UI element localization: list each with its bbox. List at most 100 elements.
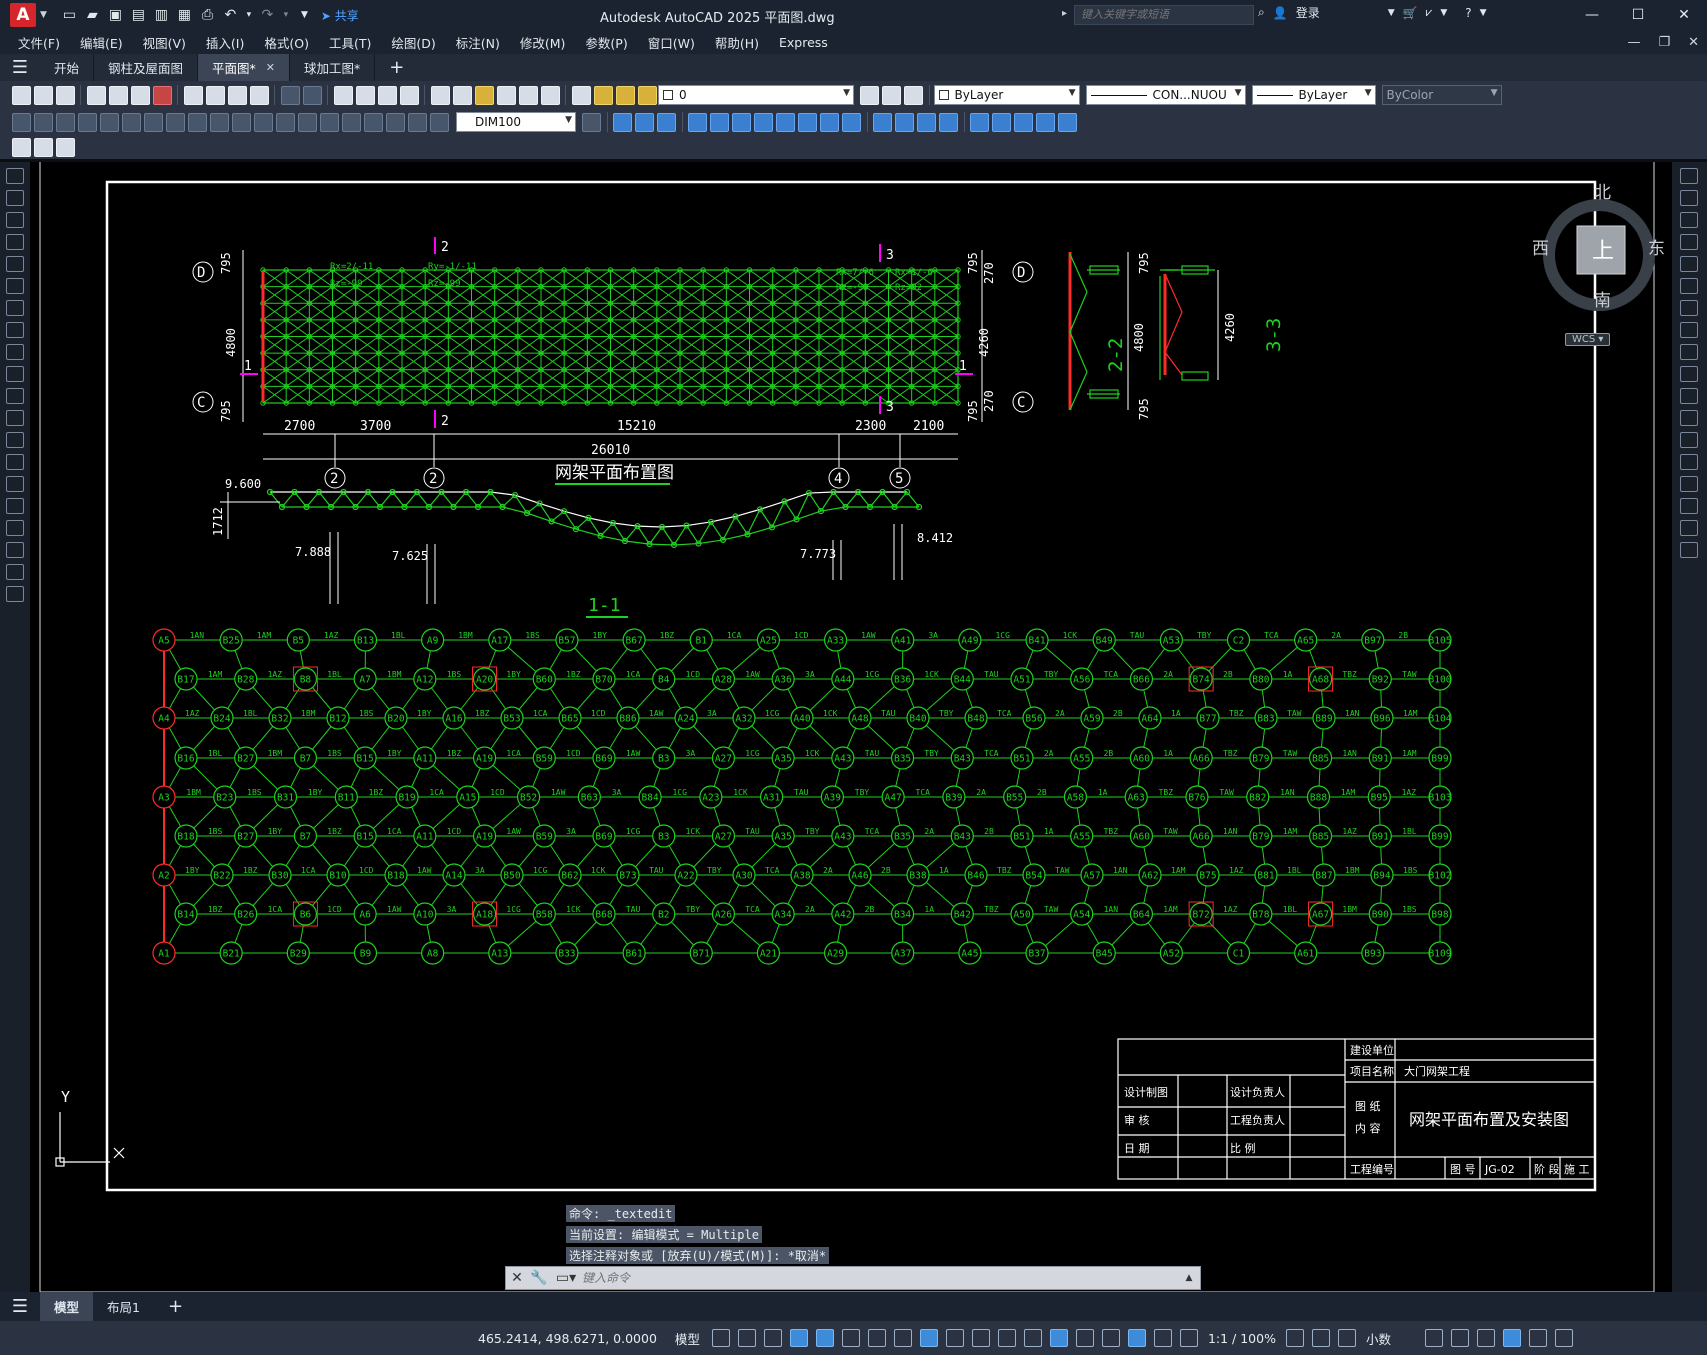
table-icon[interactable] [6,542,24,558]
layer-on-bulb-icon[interactable] [593,85,613,105]
region-icon[interactable] [6,520,24,536]
attribute-icon[interactable] [33,137,53,157]
hamburger-menu-icon[interactable]: ☰ [0,57,40,78]
tab-start[interactable]: 开始 [40,54,95,81]
open-web-icon[interactable]: ▥ [153,7,170,24]
maximize-icon[interactable]: ☐ [1615,0,1661,30]
new-tab-plus-icon[interactable]: + [375,57,418,78]
save-web-icon[interactable]: ▦ [176,7,193,24]
redo-icon[interactable]: ↷ [259,7,276,24]
cart-icon[interactable]: 🛒 [1403,6,1418,20]
open-icon[interactable] [33,85,53,105]
redo-dropdown-icon[interactable]: ▾ [282,7,290,24]
ellipse-icon[interactable] [6,366,24,382]
copy-object-icon[interactable] [1680,190,1698,206]
units-icon[interactable] [1337,1329,1356,1347]
menu-format[interactable]: 格式(O) [264,33,309,52]
isolate-objects-icon[interactable] [1476,1329,1495,1347]
offset-faces-icon[interactable] [732,112,751,132]
aligned-dimension-icon[interactable] [33,112,53,132]
close-icon[interactable]: ✕ [1661,0,1707,30]
color-dropdown[interactable]: ByLayer ▼ [933,85,1080,105]
viewcube-north[interactable]: 北 [1594,178,1611,203]
command-input[interactable] [582,1271,1178,1285]
login-dropdown-icon[interactable]: ▼ [1388,8,1395,18]
offset-icon[interactable] [1680,234,1698,250]
selection-filter-icon[interactable] [1075,1329,1094,1347]
minimize-icon[interactable]: — [1569,0,1615,30]
app-dropdown-icon[interactable]: ▼ [1440,8,1447,18]
paste-icon[interactable] [227,85,247,105]
menu-view[interactable]: 视图(V) [143,33,186,52]
save-icon[interactable]: ▣ [107,7,124,24]
model-space-toggle[interactable]: 模型 [675,1329,700,1348]
redo-tool-icon[interactable] [302,85,322,105]
customization-icon[interactable] [1554,1329,1573,1347]
layer-states-icon[interactable] [904,85,923,105]
quick-dimension-icon[interactable] [187,112,207,132]
menu-file[interactable]: 文件(F) [18,33,60,52]
ellipse-arc-icon[interactable] [6,388,24,404]
arc-icon[interactable] [6,278,24,294]
linear-dimension-icon[interactable] [11,112,31,132]
rectangle-icon[interactable] [6,256,24,272]
layout-menu-icon[interactable]: ☰ [0,1296,40,1317]
imprint-icon[interactable] [917,112,936,132]
break-at-point-icon[interactable] [1680,410,1698,426]
mirror-icon[interactable] [1680,212,1698,228]
autocad-logo[interactable]: A [10,3,36,27]
undo-tool-icon[interactable] [280,85,300,105]
command-expand-icon[interactable]: ▲ [1178,1273,1200,1283]
wcs-dropdown[interactable]: WCS ▾ [1565,333,1611,346]
new-file-icon[interactable]: ▭ [61,7,78,24]
spline-icon[interactable] [6,344,24,360]
doc-close-icon[interactable]: ✕ [1688,35,1699,50]
share-button[interactable]: ➤ 共享 [321,7,359,24]
3d-object-snap-icon[interactable] [1023,1329,1042,1347]
copy-icon[interactable] [205,85,225,105]
tolerance-icon[interactable] [297,112,317,132]
lock-ui-icon[interactable] [1450,1329,1469,1347]
block-editor-icon[interactable] [11,137,31,157]
explode-icon[interactable] [1680,542,1698,558]
pan-icon[interactable] [333,85,353,105]
make-object-layer-current-icon[interactable] [860,85,879,105]
search-input[interactable] [1074,5,1254,25]
move-faces-icon[interactable] [710,112,729,132]
help-icon[interactable]: ? [1465,6,1471,20]
menu-help[interactable]: 帮助(H) [715,33,759,52]
menu-edit[interactable]: 编辑(E) [80,33,123,52]
center-mark-icon[interactable] [319,112,339,132]
save-as-icon[interactable]: ▤ [130,7,147,24]
separate-icon[interactable] [970,112,989,132]
command-close-icon[interactable]: ✕ [506,1270,528,1286]
zoom-realtime-icon[interactable] [355,85,375,105]
object-snap-tracking-icon[interactable] [893,1329,912,1347]
calculator-icon[interactable] [518,85,538,105]
linetype-dropdown[interactable]: CON...NUOU ▼ [1085,85,1246,105]
inspection-icon[interactable] [341,112,361,132]
chamfer-icon[interactable] [1680,476,1698,492]
point-icon[interactable] [6,454,24,470]
command-history-icon[interactable]: ▭▾ [550,1270,582,1286]
multiline-text-icon[interactable] [6,564,24,580]
gizmo-icon[interactable] [1101,1329,1120,1347]
trim-icon[interactable] [1680,366,1698,382]
pdf-icon[interactable] [152,85,172,105]
section-icon[interactable] [1058,112,1077,132]
diameter-dimension-icon[interactable] [143,112,163,132]
infer-constraints-icon[interactable] [763,1329,782,1347]
add-selected-icon[interactable] [6,586,24,602]
layer-dropdown[interactable]: 0 ▼ [658,85,854,105]
blend-curves-icon[interactable] [1680,520,1698,536]
tab-steel-column-roof[interactable]: 钢柱及屋面图 [94,54,199,81]
new-icon[interactable] [11,85,31,105]
tab-close-icon[interactable]: ✕ [266,61,275,74]
gradient-icon[interactable] [6,498,24,514]
grid-icon[interactable] [711,1329,730,1347]
polyline-icon[interactable] [6,212,24,228]
erase-icon[interactable] [1680,168,1698,184]
drawing-canvas[interactable]: D C D C 795 4800 795 795 270 4260 795 27… [30,162,1672,1292]
viewcube-east[interactable]: 东 [1648,234,1665,259]
intersect-icon[interactable] [657,112,676,132]
